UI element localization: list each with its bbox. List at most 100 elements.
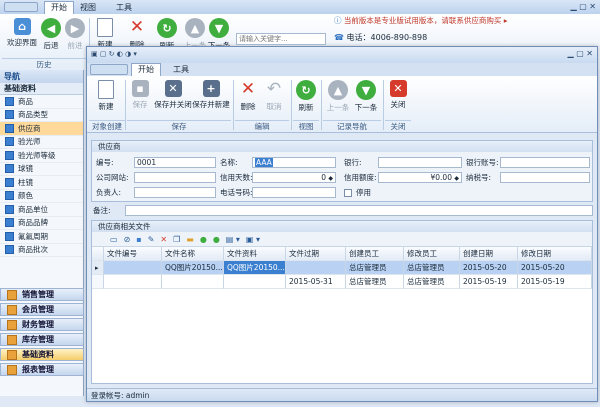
new-button[interactable]: 新建 bbox=[95, 80, 117, 112]
notice-text[interactable]: ⓘ 当前版本是专业版试用版本，请联系供应商购买 ▸ bbox=[334, 15, 596, 27]
group-view-label: 视图 bbox=[293, 120, 319, 131]
sidebar-item-label: 球镜 bbox=[18, 164, 33, 174]
dialog-quick-access[interactable]: ▣ ▢ ↻ ◐ ◑ ▾ bbox=[91, 50, 151, 60]
files-section: 供应商相关文件 ▭ ⊘ ▪ ✎ ✕ ❐ ▬ ● ● ▤ ▾ ▣ ▾ 文件编号 文件… bbox=[91, 220, 593, 384]
sidebar-item[interactable]: 商品类型 bbox=[0, 109, 83, 122]
code-input[interactable]: 0001 bbox=[134, 157, 216, 168]
dialog-quick-button[interactable] bbox=[90, 64, 128, 75]
sidebar-item[interactable]: 商品批次 bbox=[0, 244, 83, 257]
disable-checkbox[interactable] bbox=[344, 189, 352, 197]
search-input[interactable] bbox=[236, 33, 326, 45]
folder-icon bbox=[5, 110, 14, 120]
sidebar-item[interactable]: 氟氟周期 bbox=[0, 230, 83, 244]
refresh-icon[interactable]: ● bbox=[213, 235, 220, 244]
column-header[interactable]: 创建员工 bbox=[346, 247, 404, 261]
close-button[interactable]: ✕ 关闭 bbox=[387, 80, 409, 110]
save-new-button[interactable]: + 保存并新建 bbox=[192, 80, 230, 110]
nav-group[interactable]: 库存管理 bbox=[0, 333, 84, 346]
print-icon[interactable]: ▤ ▾ bbox=[226, 235, 240, 244]
sidebar-item-label: 商品单位 bbox=[18, 204, 48, 214]
save-button[interactable]: ▪ 保存 bbox=[129, 80, 151, 110]
dialog-window-controls[interactable]: ▁ ▢ ✕ bbox=[539, 49, 594, 58]
credit-days-value: 0 bbox=[321, 173, 326, 182]
home-icon: ⌂ bbox=[13, 18, 31, 35]
edit-icon[interactable]: ✎ bbox=[148, 235, 155, 244]
column-header[interactable]: 修改日期 bbox=[518, 247, 592, 261]
copy-icon[interactable]: ❐ bbox=[173, 235, 180, 244]
dialog-tab-tools[interactable]: 工具 bbox=[173, 64, 189, 75]
sidebar-item[interactable]: 商品单位 bbox=[0, 203, 83, 217]
nav-section-title[interactable]: 基础资料 bbox=[0, 83, 83, 95]
welcome-button[interactable]: ⌂ 欢迎界面 bbox=[4, 18, 40, 48]
outer-tab-start[interactable]: 开始 bbox=[44, 1, 74, 14]
forward-button[interactable]: ▶ 前进 bbox=[64, 18, 86, 51]
export-icon[interactable]: ▣ ▾ bbox=[246, 235, 260, 244]
sidebar-item-label: 商品 bbox=[18, 96, 33, 106]
sidebar-item[interactable]: 验光师 bbox=[0, 136, 83, 149]
new-label: 新建 bbox=[98, 102, 114, 111]
arrow-left-icon: ◀ bbox=[41, 18, 61, 38]
sidebar-item[interactable]: 供应商 bbox=[0, 122, 83, 136]
nav-item-list: 商品商品类型 供应商 验光师 验光师等级 球镜柱镜 颜色 商品单位商品品牌 氟氟周期 商品批次 bbox=[0, 95, 83, 257]
nav-group[interactable]: 销售管理 bbox=[0, 288, 84, 301]
sidebar-item[interactable]: 商品 bbox=[0, 95, 83, 109]
prev-record-button[interactable]: ▲ 上一条 bbox=[325, 80, 351, 113]
circle-icon[interactable]: ● bbox=[200, 235, 207, 244]
column-header[interactable]: 文件资料 bbox=[224, 247, 286, 261]
column-header[interactable]: 创建日期 bbox=[460, 247, 518, 261]
delete-button[interactable]: ✕ 删除 bbox=[237, 80, 259, 112]
website-input[interactable] bbox=[134, 172, 216, 183]
column-header[interactable]: 文件编号 bbox=[104, 247, 162, 261]
save-icon[interactable]: ▪ bbox=[136, 235, 141, 244]
credit-days-input[interactable]: 0 ◆ bbox=[252, 172, 336, 183]
save-close-button[interactable]: ✕ 保存并关闭 bbox=[154, 80, 192, 110]
sidebar-item[interactable]: 验光师等级 bbox=[0, 149, 83, 163]
tax-input[interactable] bbox=[500, 172, 590, 183]
arrow-up-icon: ▲ bbox=[185, 18, 205, 38]
sidebar-item[interactable]: 球镜 bbox=[0, 163, 83, 176]
nav-group[interactable]: 财务管理 bbox=[0, 318, 84, 331]
folder-icon bbox=[5, 204, 14, 214]
grid-corner[interactable] bbox=[92, 247, 104, 261]
sidebar-item[interactable]: 颜色 bbox=[0, 190, 83, 203]
nav-group-label: 财务管理 bbox=[22, 320, 54, 329]
divider bbox=[383, 80, 384, 130]
refresh-button[interactable]: ↻ 刷新 bbox=[295, 80, 317, 113]
new-doc-icon[interactable]: ▭ bbox=[110, 235, 118, 244]
back-button[interactable]: ◀ 后退 bbox=[40, 18, 62, 51]
name-input[interactable]: AAA bbox=[252, 157, 336, 168]
column-header[interactable]: 文件名称 bbox=[162, 247, 224, 261]
remark-input[interactable] bbox=[125, 205, 593, 216]
phone-input[interactable] bbox=[252, 187, 336, 198]
column-header[interactable]: 文件过期 bbox=[286, 247, 346, 261]
bank-input[interactable] bbox=[378, 157, 462, 168]
column-header[interactable]: 修改员工 bbox=[404, 247, 460, 261]
attach-icon[interactable]: ⊘ bbox=[124, 235, 131, 244]
nav-group[interactable]: 会员管理 bbox=[0, 303, 84, 316]
outer-tab-tools[interactable]: 工具 bbox=[116, 2, 132, 13]
divider bbox=[125, 80, 126, 130]
sidebar-item[interactable]: 柱镜 bbox=[0, 176, 83, 190]
folder-icon[interactable]: ▬ bbox=[186, 235, 194, 244]
table-cell: QQ图片20150... bbox=[224, 261, 286, 275]
delete-icon[interactable]: ✕ bbox=[160, 235, 167, 244]
next-record-button[interactable]: ▼ 下一条 bbox=[353, 80, 379, 113]
folder-icon bbox=[5, 123, 14, 133]
spinner-icon[interactable]: ◆ bbox=[328, 175, 333, 182]
owner-input[interactable] bbox=[134, 187, 216, 198]
credit-amount-input[interactable]: ¥0.00 ◆ bbox=[378, 172, 462, 183]
dialog-tab-start[interactable]: 开始 bbox=[131, 63, 161, 76]
nav-group[interactable]: 报表管理 bbox=[0, 363, 84, 376]
account-input[interactable] bbox=[500, 157, 590, 168]
arrow-up-icon: ▲ bbox=[328, 80, 348, 100]
table-cell: 2015-05-31 bbox=[286, 275, 346, 289]
spinner-icon[interactable]: ◆ bbox=[454, 175, 459, 182]
outer-tab-view[interactable]: 视图 bbox=[80, 2, 96, 13]
outer-window-controls[interactable]: ▁ ▢ ✕ bbox=[540, 2, 597, 12]
nav-group-label: 销售管理 bbox=[22, 290, 54, 299]
nav-group[interactable]: 基础资料 bbox=[0, 348, 84, 361]
quick-access-button[interactable] bbox=[4, 2, 38, 12]
cancel-button[interactable]: ↶ 取消 bbox=[263, 80, 285, 112]
sidebar-item[interactable]: 商品品牌 bbox=[0, 217, 83, 230]
group-edit-label: 编辑 bbox=[235, 120, 289, 131]
